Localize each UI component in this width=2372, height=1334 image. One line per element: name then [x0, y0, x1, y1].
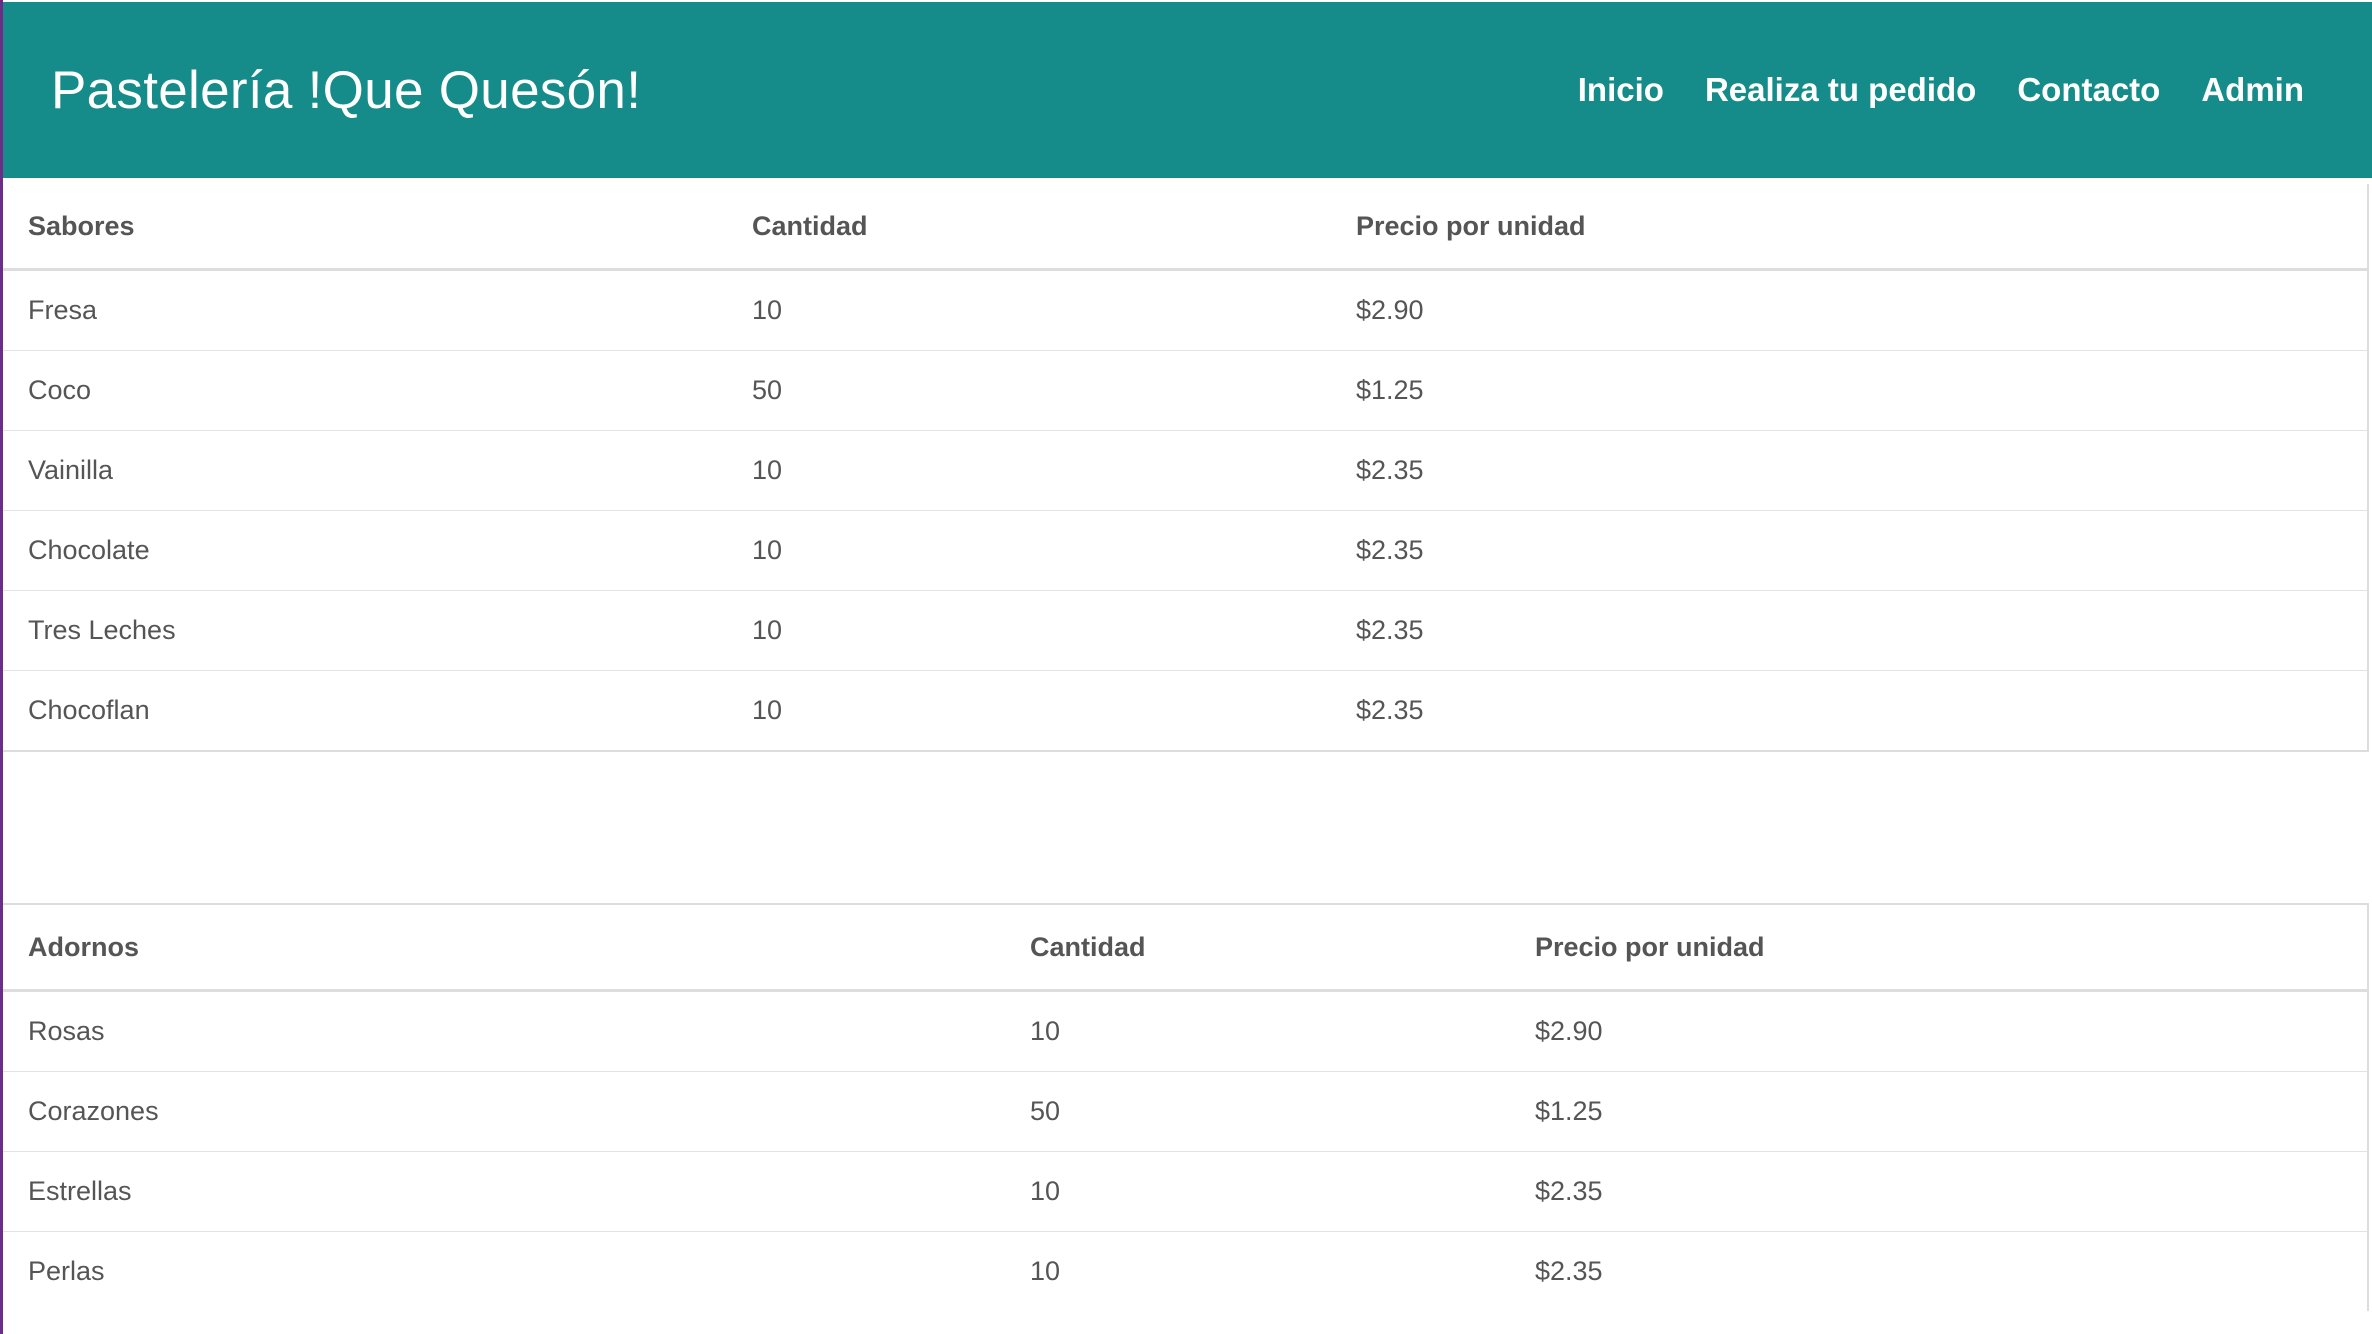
- column-header-adornos: Adornos: [3, 904, 1005, 992]
- column-header-cantidad: Cantidad: [1005, 904, 1510, 992]
- table-row: Fresa 10 $2.90: [3, 269, 2368, 351]
- price-cell: $2.90: [1331, 269, 2368, 351]
- quantity-cell: 10: [727, 269, 1331, 351]
- adornos-table: Adornos Cantidad Precio por unidad Rosas…: [3, 903, 2369, 1311]
- price-cell: $2.35: [1356, 695, 1424, 725]
- table-row: Rosas 10 $2.90: [3, 990, 2368, 1072]
- column-header-cantidad: Cantidad: [727, 184, 1331, 271]
- flavor-cell: Chocolate: [3, 510, 727, 591]
- table-row: Corazones 50 $1.25: [3, 1071, 2368, 1152]
- flavor-cell: Vainilla: [3, 430, 727, 511]
- column-header-precio: Precio por unidad: [1510, 904, 2368, 992]
- quantity-cell: 10: [1005, 1151, 1510, 1232]
- nav-links: Inicio Realiza tu pedido Contacto Admin: [1578, 71, 2304, 109]
- price-cell: $1.25: [1331, 350, 2368, 431]
- price-cell: $2.35: [1510, 1151, 2368, 1232]
- sabores-table: Sabores Cantidad Precio por unidad Fresa…: [3, 184, 2369, 752]
- price-cell: $2.35: [1331, 590, 2368, 671]
- nav-link-admin[interactable]: Admin: [2201, 71, 2304, 109]
- decoration-cell: Rosas: [3, 990, 1005, 1072]
- table-row: Coco 50 $1.25: [3, 350, 2368, 431]
- flavor-cell: Fresa: [3, 269, 727, 351]
- flavor-cell: Tres Leches: [3, 590, 727, 671]
- quantity-cell: 50: [1005, 1071, 1510, 1152]
- flavor-cell: Coco: [3, 350, 727, 431]
- price-cell: $2.35: [1535, 1256, 1603, 1286]
- decoration-cell: Perlas: [28, 1256, 105, 1286]
- quantity-cell: 10: [727, 510, 1331, 591]
- quantity-cell: 10: [727, 430, 1331, 511]
- price-cell: $2.35: [1331, 510, 2368, 591]
- table-row: Chocolate 10 $2.35: [3, 510, 2368, 591]
- quantity-cell: 10: [727, 590, 1331, 671]
- nav-link-contacto[interactable]: Contacto: [2017, 71, 2160, 109]
- decoration-cell: Corazones: [3, 1071, 1005, 1152]
- table-row: Vainilla 10 $2.35: [3, 430, 2368, 511]
- quantity-cell: 10: [1030, 1256, 1061, 1286]
- decoration-cell: Estrellas: [3, 1151, 1005, 1232]
- column-header-precio: Precio por unidad: [1331, 184, 2368, 271]
- nav-link-inicio[interactable]: Inicio: [1578, 71, 1664, 109]
- price-cell: $1.25: [1510, 1071, 2368, 1152]
- price-cell: $2.90: [1510, 990, 2368, 1072]
- table-header-row: Adornos Cantidad Precio por unidad: [3, 904, 2368, 992]
- quantity-cell: 50: [727, 350, 1331, 431]
- table-row: Tres Leches 10 $2.35: [3, 590, 2368, 671]
- table-row: Perlas 10 $2.35: [3, 1232, 2368, 1312]
- column-header-sabores: Sabores: [3, 184, 727, 271]
- quantity-cell: 10: [752, 695, 783, 725]
- brand-title[interactable]: Pastelería !Que Quesón!: [51, 60, 641, 121]
- table-row: Chocoflan 10 $2.35: [3, 671, 2368, 752]
- price-cell: $2.35: [1331, 430, 2368, 511]
- table-header-row: Sabores Cantidad Precio por unidad: [3, 184, 2368, 271]
- table-row: Estrellas 10 $2.35: [3, 1151, 2368, 1232]
- quantity-cell: 10: [1005, 990, 1510, 1072]
- flavor-cell: Chocoflan: [28, 695, 150, 725]
- nav-link-realiza-pedido[interactable]: Realiza tu pedido: [1705, 71, 1976, 109]
- top-navbar: Pastelería !Que Quesón! Inicio Realiza t…: [3, 2, 2372, 178]
